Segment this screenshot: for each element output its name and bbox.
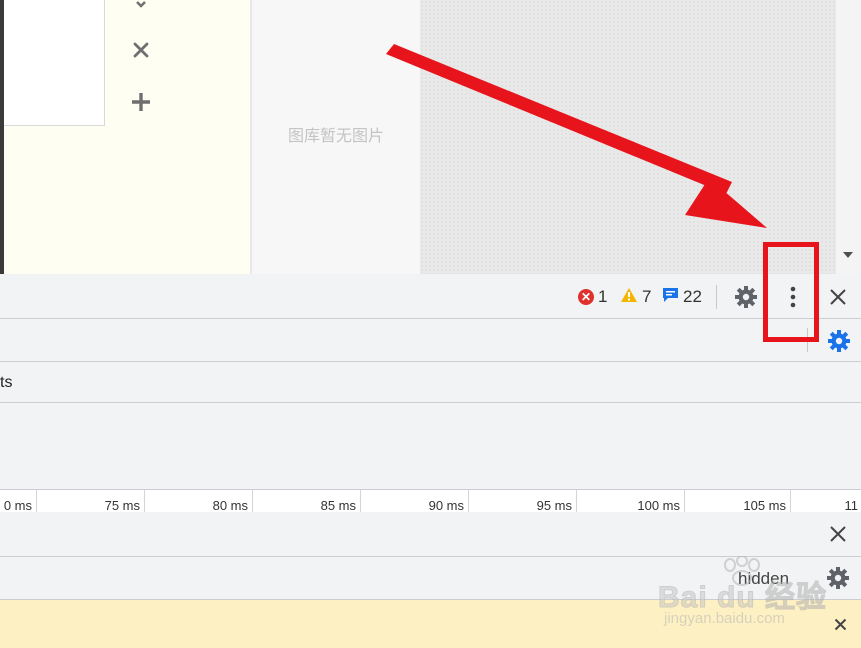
filter-row-label: ts <box>0 374 13 391</box>
image-slot[interactable] <box>4 0 105 126</box>
hidden-count-label[interactable]: hidden <box>738 569 789 589</box>
message-counter[interactable]: 22 <box>662 286 702 308</box>
timeline-tick <box>576 490 577 512</box>
warning-counter[interactable]: 7 <box>620 286 651 308</box>
timeline-tick-label: 0 ms <box>3 498 32 513</box>
devtools-filter-row <box>0 362 861 403</box>
toolbar-separator <box>716 285 717 309</box>
message-count: 22 <box>683 287 702 306</box>
error-icon: ✕ <box>578 289 594 305</box>
timeline-tick <box>144 490 145 512</box>
error-count: 1 <box>598 287 608 306</box>
close-icon[interactable] <box>127 36 155 64</box>
timeline-tick-label: 95 ms <box>536 498 572 513</box>
devtools-toolbar <box>0 274 861 319</box>
timeline-tick <box>36 490 37 512</box>
annotation-arrow <box>386 44 767 228</box>
timeline-tick <box>360 490 361 512</box>
chevron-down-icon[interactable] <box>127 0 155 14</box>
dismiss-banner-icon[interactable] <box>830 614 850 634</box>
scroll-down-arrow-icon[interactable] <box>843 252 853 258</box>
devtools-drawer-header <box>0 512 861 557</box>
message-icon <box>662 287 679 308</box>
devtools-console-toolbar <box>0 557 861 600</box>
devtools-subtoolbar <box>0 319 861 362</box>
scrollbar[interactable] <box>836 0 861 274</box>
settings-gear-icon[interactable] <box>733 284 759 310</box>
timeline-tick-label: 90 ms <box>428 498 464 513</box>
timeline-tick <box>252 490 253 512</box>
warning-banner <box>0 600 861 648</box>
close-devtools-icon[interactable] <box>826 285 850 309</box>
panel-settings-gear-icon[interactable] <box>826 328 852 354</box>
timeline-tick <box>684 490 685 512</box>
timeline-tick-label: 100 ms <box>637 498 680 513</box>
warning-icon <box>620 287 638 308</box>
annotation-highlight-box <box>763 242 819 342</box>
timeline-tick-label: 85 ms <box>320 498 356 513</box>
close-drawer-icon[interactable] <box>826 522 850 546</box>
timeline-tick <box>468 490 469 512</box>
devtools-overview-pane <box>0 403 861 489</box>
error-counter[interactable]: ✕ 1 <box>578 286 607 308</box>
timeline-ruler: 0 ms 75 ms 80 ms 85 ms 90 ms 95 ms 100 ms 105 m… <box>0 489 861 513</box>
timeline-tick-label: 11 <box>844 498 859 513</box>
timeline-tick-label: 80 ms <box>212 498 248 513</box>
plus-icon[interactable] <box>127 88 155 116</box>
timeline-tick-label: 75 ms <box>104 498 140 513</box>
warning-count: 7 <box>642 287 652 306</box>
console-settings-gear-icon[interactable] <box>825 565 851 591</box>
